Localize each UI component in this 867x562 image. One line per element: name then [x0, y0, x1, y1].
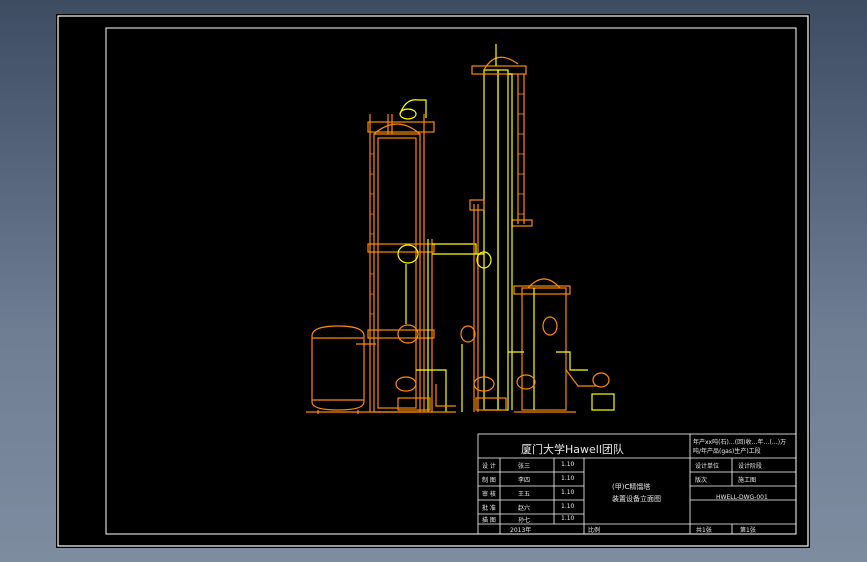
row-date-2: 1.10 — [561, 475, 575, 482]
row-date-4: 1.10 — [561, 503, 575, 510]
drawing-name-line1: (甲)C精馏塔 — [612, 483, 651, 491]
project-title-line2: 吨/年产品(gas)生产)工段 — [693, 448, 761, 455]
team-name: 厦门大学Hawell团队 — [521, 443, 624, 456]
row-name-2: 李四 — [518, 477, 531, 484]
drawing-name-line2: 装置设备立面图 — [612, 495, 661, 503]
year-label: 2013年 — [510, 527, 532, 534]
row-label-5: 描 图 — [482, 517, 496, 524]
row-date-5: 1.10 — [561, 515, 575, 522]
stage-a: 设计阶段 — [738, 463, 763, 470]
sheet-total: 共1张 — [696, 527, 712, 534]
sheet-number: 第1张 — [740, 527, 756, 534]
row-label-1: 设 计 — [482, 463, 496, 470]
distillation-column-3 — [508, 278, 615, 413]
distillation-column-2 — [432, 44, 533, 412]
row-label-2: 制 图 — [482, 477, 496, 484]
stage-b: 施工图 — [738, 477, 757, 484]
revision-label: 版次 — [695, 477, 708, 484]
design-unit-label: 设计单位 — [695, 463, 720, 470]
row-label-4: 批 准 — [482, 505, 496, 512]
cad-drawing-viewport[interactable]: 厦门大学Hawell团队 年产xx吨(石)…(回)收…年…(…)万 吨/年产品(… — [56, 14, 810, 548]
drawing-number: HWELL-DWG-001 — [716, 494, 768, 501]
row-name-1: 张三 — [518, 463, 531, 470]
storage-tank — [311, 325, 376, 414]
scale-label: 比例 — [588, 527, 601, 534]
project-title-line1: 年产xx吨(石)…(回)收…年…(…)万 — [693, 439, 787, 446]
row-name-3: 王五 — [518, 491, 531, 498]
equipment-elevation — [306, 44, 615, 414]
row-name-5: 孙七 — [518, 517, 531, 524]
row-date-1: 1.10 — [561, 461, 575, 468]
row-label-3: 审 核 — [482, 491, 496, 498]
row-date-3: 1.10 — [561, 489, 575, 496]
row-name-4: 赵六 — [518, 505, 531, 512]
distillation-column-1 — [306, 99, 477, 413]
ladder-rungs — [370, 93, 524, 315]
